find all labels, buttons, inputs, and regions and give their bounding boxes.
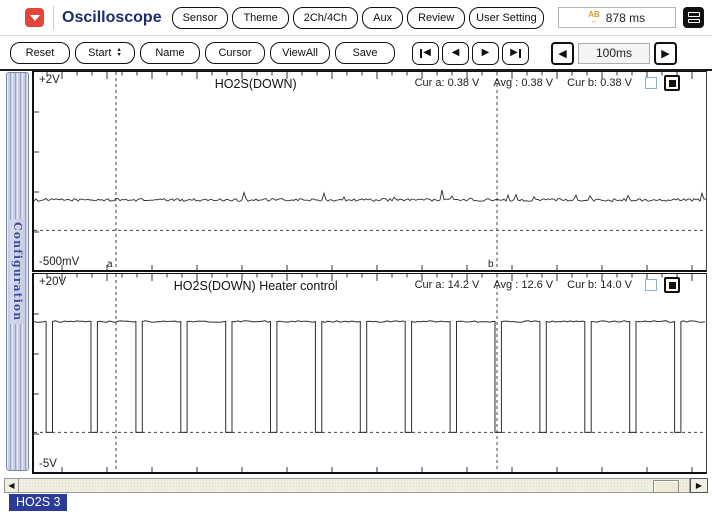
title-bar: Oscilloscope Sensor Theme 2Ch/4Ch Aux Re… [0,0,712,36]
channel-2-title: HO2S(DOWN) Heater control [174,279,338,293]
elapsed-time-value: 878 ms [606,11,645,25]
reset-button[interactable]: Reset [10,42,70,64]
channel-1-ymin-label: -500mV [39,256,79,268]
skip-to-start-button[interactable]: ◀ [412,42,439,65]
average-readout: Avg : 0.38 V [493,77,553,89]
right-triangle-icon: ▶ [482,48,490,58]
channel-2-chart: +20V -5V HO2S(DOWN) Heater control Cur a… [32,273,707,474]
spinner-arrows-icon: ▲▼ [116,48,121,59]
channel-2-ymax-label: +20V [39,276,66,288]
menu-icon[interactable] [683,7,704,28]
cursor-button[interactable]: Cursor [205,42,265,64]
bar-icon [420,49,422,58]
channel-2-readouts: Cur a: 14.2 V Avg : 12.6 V Cur b: 14.0 V [401,277,680,293]
channel-1-waveform-plot[interactable]: ab [34,72,706,270]
timebase-controls: ◀ 100ms ▶ [551,42,677,65]
playback-controls: ◀ ◀ ▶ ▶ [412,42,529,65]
channel-2-ymin-label: -5V [39,458,57,470]
oscilloscope-window: Oscilloscope Sensor Theme 2Ch/4Ch Aux Re… [0,0,712,521]
average-readout: Avg : 12.6 V [493,279,553,291]
svg-text:a: a [107,259,113,270]
channel-1-style-button[interactable] [664,75,680,91]
user-setting-button[interactable]: User Setting [469,7,544,29]
cursor-a-readout: Cur a: 0.38 V [415,77,480,89]
channel-1-title: HO2S(DOWN) [215,77,297,91]
name-button[interactable]: Name [140,42,200,64]
step-back-button[interactable]: ◀ [442,42,469,65]
right-triangle-icon: ▶ [510,48,518,58]
control-toolbar: Reset Start ▲▼ Name Cursor ViewAll Save … [0,37,712,71]
start-button[interactable]: Start ▲▼ [75,42,135,64]
channel-1-checkbox[interactable] [645,77,657,89]
bar-icon [519,49,521,58]
cursor-b-readout: Cur b: 14.0 V [567,279,632,291]
skip-to-end-button[interactable]: ▶ [502,42,529,65]
save-button[interactable]: Save [335,42,395,64]
channel-1-ymax-label: +2V [39,74,60,86]
left-triangle-icon: ◀ [452,48,460,58]
timebase-display: 100ms [578,43,650,64]
separator [53,6,54,30]
channel-2-waveform-plot[interactable] [34,274,706,472]
menu-bar-top [688,12,700,17]
theme-button[interactable]: Theme [232,7,288,29]
configuration-tab[interactable]: Configuration [6,72,29,471]
channel-2-checkbox[interactable] [645,279,657,291]
scrollbar-track[interactable] [18,478,690,493]
step-forward-button[interactable]: ▶ [472,42,499,65]
chart-stack: ab +2V -500mV HO2S(DOWN) Cur a: 0.38 V A… [32,71,707,474]
svg-text:b: b [488,259,494,270]
app-title: Oscilloscope [62,9,162,27]
cursor-b-readout: Cur b: 0.38 V [567,77,632,89]
app-menu-icon[interactable] [25,8,44,27]
channel-1-chart: ab +2V -500mV HO2S(DOWN) Cur a: 0.38 V A… [32,71,707,272]
configuration-tab-label: Configuration [10,219,25,324]
horizontal-scrollbar: ◀ ▶ [4,478,708,493]
sensor-button[interactable]: Sensor [172,7,229,29]
aux-button[interactable]: Aux [362,7,403,29]
filled-square-icon [669,80,676,87]
review-button[interactable]: Review [407,7,465,29]
menu-bar-bottom [688,19,700,24]
channel-1-readouts: Cur a: 0.38 V Avg : 0.38 V Cur b: 0.38 V [401,75,680,91]
channel-mode-button[interactable]: 2Ch/4Ch [293,7,358,29]
channel-2-style-button[interactable] [664,277,680,293]
timebase-decrease-button[interactable]: ◀ [551,42,574,65]
filled-square-icon [669,282,676,289]
elapsed-time-display: AB ↔ 878 ms [558,7,676,28]
down-chevron-icon [30,15,40,21]
cursor-a-readout: Cur a: 14.2 V [415,279,480,291]
viewall-button[interactable]: ViewAll [270,42,330,64]
timebase-increase-button[interactable]: ▶ [654,42,677,65]
status-badge[interactable]: HO2S 3 [9,494,67,511]
scroll-right-button[interactable]: ▶ [690,478,708,493]
ab-range-icon: AB ↔ [588,11,600,25]
left-triangle-icon: ◀ [423,48,431,58]
main-area: Configuration ab +2V -500mV HO2S(DOWN) C… [0,71,712,474]
scrollbar-thumb[interactable] [653,480,679,493]
scroll-left-button[interactable]: ◀ [4,478,18,493]
